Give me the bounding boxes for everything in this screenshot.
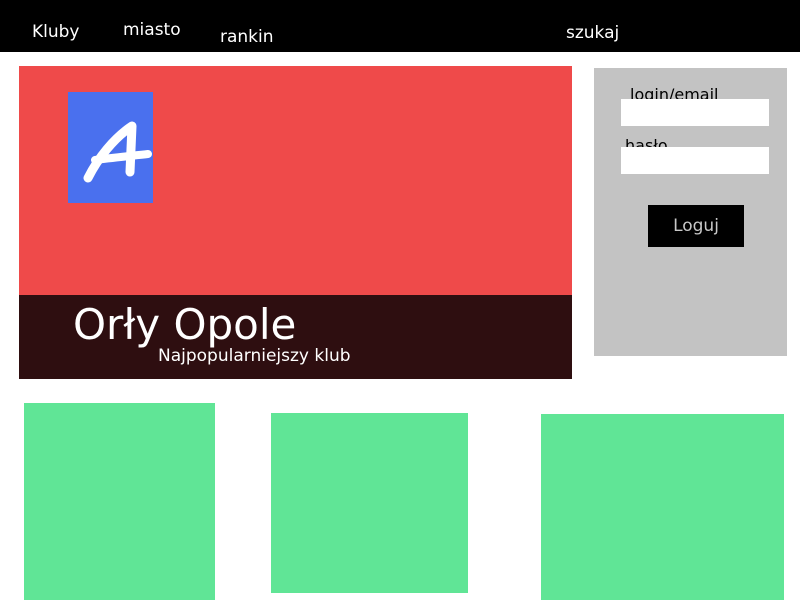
club-title: Orły Opole [73, 300, 297, 349]
banner-caption: Orły Opole Najpopularniejszy klub [19, 295, 572, 379]
nav-link-miasto[interactable]: miasto [123, 20, 181, 40]
top-navigation-bar: Kluby miasto rankin szukaj [0, 0, 800, 52]
club-tile[interactable] [271, 413, 468, 593]
nav-link-kluby[interactable]: Kluby [32, 22, 80, 42]
password-field[interactable] [621, 147, 769, 174]
club-subtitle: Najpopularniejszy klub [158, 346, 351, 366]
nav-link-rankin[interactable]: rankin [220, 27, 274, 47]
featured-club-banner[interactable]: Orły Opole Najpopularniejszy klub [19, 66, 572, 379]
login-email-field[interactable] [621, 99, 769, 126]
search-link[interactable]: szukaj [566, 23, 619, 43]
login-button[interactable]: Loguj [648, 205, 744, 247]
club-tile[interactable] [24, 403, 215, 600]
login-panel: login/email hasło Loguj [594, 68, 787, 356]
club-tile[interactable] [541, 414, 784, 600]
letter-a-logo-icon [68, 92, 153, 203]
